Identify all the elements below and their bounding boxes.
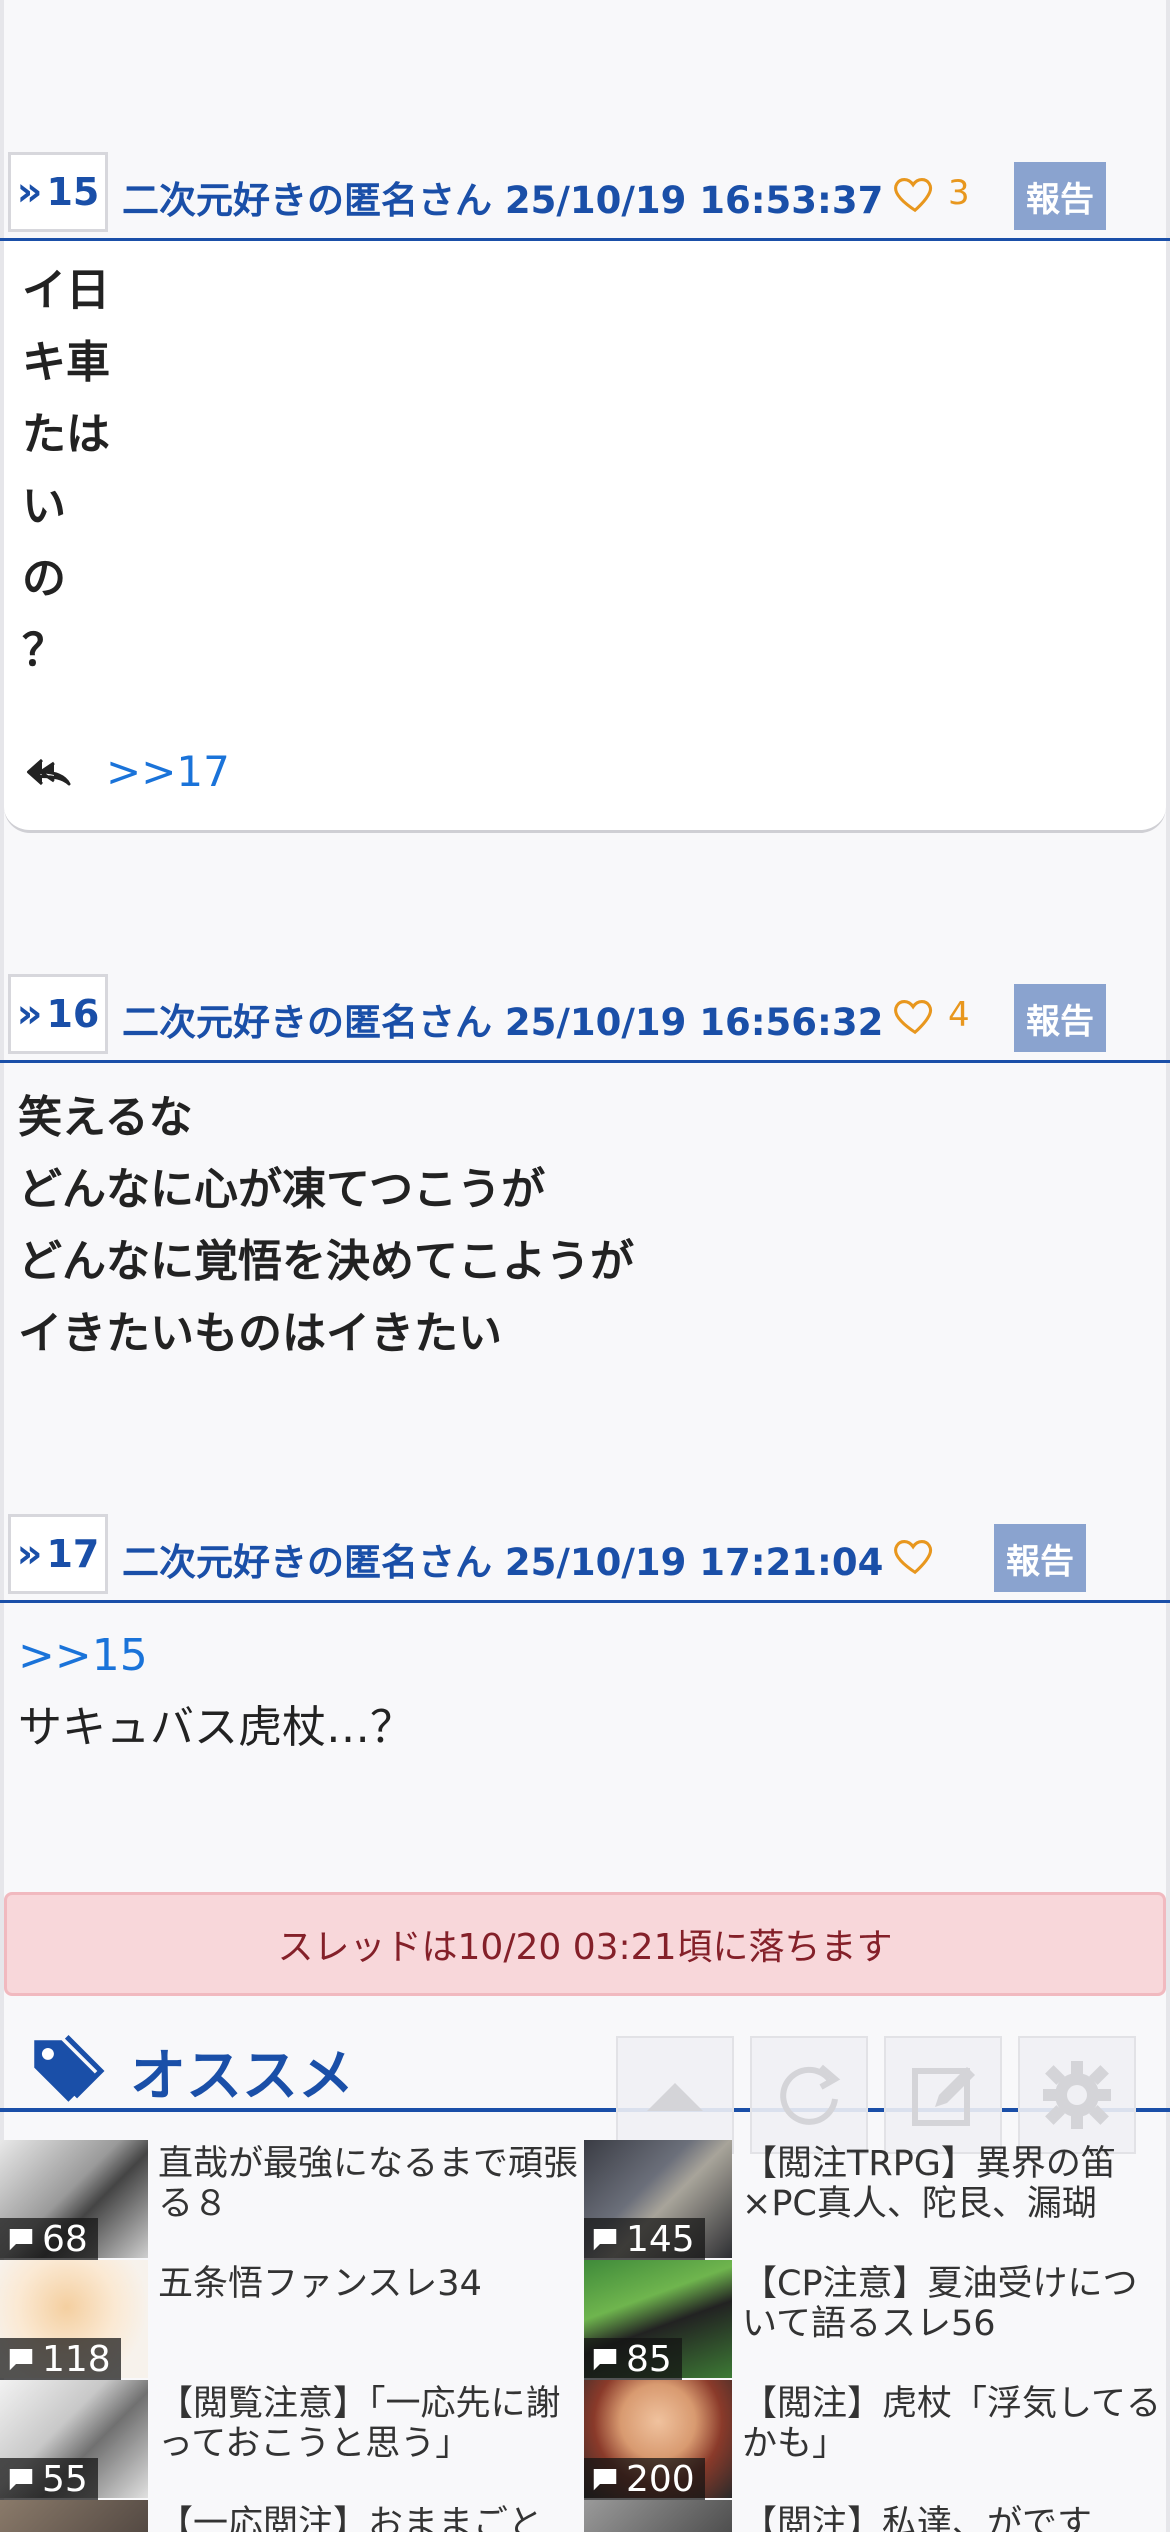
recommend-item[interactable]: 85 【CP注意】夏油受けについて語るスレ56 (584, 2260, 1170, 2380)
edit-icon (912, 2067, 975, 2126)
write-button[interactable] (884, 2036, 1002, 2154)
reply-ref-link[interactable]: >>17 (106, 747, 230, 796)
post-card: イ日 キ車 たは い の ？ >>17 (4, 241, 1166, 833)
post-meta: 二次元好きの匿名さん 25/10/19 16:56:32 (122, 992, 883, 1046)
post-author: 二次元好きの匿名さん (122, 179, 492, 222)
recommend-title: オススメ (130, 2043, 354, 2109)
post-datetime: 25/10/19 16:56:32 (504, 1001, 884, 1044)
like-count: 3 (948, 173, 970, 213)
arrow-up-icon (647, 2083, 703, 2111)
comment-count: 85 (584, 2338, 682, 2380)
thread-thumbnail (0, 2500, 148, 2532)
double-chevron-icon: » (16, 1531, 43, 1577)
thread-title: 【閲覧注意】「一応先に謝っておこうと思う」 (158, 2384, 561, 2464)
comment-icon (9, 2469, 33, 2491)
post-meta: 二次元好きの匿名さん 25/10/19 17:21:04 (122, 1532, 883, 1586)
scroll-top-button[interactable] (616, 2036, 734, 2154)
post-body: >>15 サキュバス虎杖…？ (18, 1620, 414, 1764)
reload-button[interactable] (750, 2036, 868, 2154)
post-divider (0, 1600, 1170, 1603)
comment-icon (593, 2469, 617, 2491)
post-number-button[interactable]: » 16 (8, 974, 108, 1054)
comment-icon (9, 2229, 33, 2251)
post-text: サキュバス虎杖…？ (18, 1702, 414, 1753)
post-body: イ日 キ車 たは い の ？ (22, 265, 110, 676)
like-count: 4 (948, 995, 970, 1035)
comment-count: 200 (584, 2458, 705, 2500)
heart-icon (894, 1000, 933, 1035)
like-button[interactable]: 4 (892, 992, 970, 1038)
comment-count: 145 (584, 2218, 705, 2260)
double-chevron-icon: » (16, 169, 43, 215)
reload-icon (780, 2064, 841, 2125)
recommend-item[interactable]: 【一応閲注】おままごと (0, 2500, 580, 2532)
thread-title: 【一応閲注】おままごと (158, 2504, 544, 2532)
recommend-header: オススメ (24, 2030, 354, 2112)
thread-page: » 15 二次元好きの匿名さん 25/10/19 16:53:37 3 報告 イ日… (0, 0, 1170, 2532)
recommend-item[interactable]: 【閲注】私達、がです (584, 2500, 1170, 2532)
post-author: 二次元好きの匿名さん (122, 1001, 492, 1044)
post-header: » 17 二次元好きの匿名さん 25/10/19 17:21:04 報告 (8, 1510, 1170, 1594)
recommend-item[interactable]: 55 【閲覧注意】「一応先に謝っておこうと思う」 (0, 2380, 580, 2500)
thread-title: 【CP注意】夏油受けについて語るスレ56 (742, 2264, 1138, 2344)
reply-icon[interactable] (24, 754, 72, 790)
tag-icon (34, 2035, 105, 2102)
recommend-item[interactable]: 68 直哉が最強になるまで頑張る８ (0, 2140, 580, 2260)
heart-icon (894, 178, 933, 213)
heart-icon (894, 1540, 933, 1575)
settings-button[interactable] (1018, 2036, 1136, 2154)
post-number-button[interactable]: » 17 (8, 1514, 108, 1594)
recommend-item[interactable]: 118 五条悟ファンスレ34 (0, 2260, 580, 2380)
thread-title: 【閲注TRPG】異界の笛×PC真人、陀艮、漏瑚 (742, 2144, 1116, 2224)
comment-icon (9, 2349, 33, 2371)
comment-count: 55 (0, 2458, 98, 2500)
post-header: » 16 二次元好きの匿名さん 25/10/19 16:56:32 4 報告 (8, 970, 1170, 1054)
post-number-button[interactable]: » 15 (8, 152, 108, 232)
post-header: » 15 二次元好きの匿名さん 25/10/19 16:53:37 3 報告 (8, 148, 1170, 232)
thread-expiry-notice: スレッドは10/20 03:21頃に落ちます (4, 1892, 1166, 1996)
thread-title: 【閲注】私達、がです (742, 2504, 1093, 2532)
report-button[interactable]: 報告 (994, 1524, 1086, 1592)
comment-count: 118 (0, 2338, 121, 2380)
comment-icon (593, 2349, 617, 2371)
report-button[interactable]: 報告 (1014, 162, 1106, 230)
recommend-item[interactable]: 200 【閲注】虎杖「浮気してるかも」 (584, 2380, 1170, 2500)
thread-title: 直哉が最強になるまで頑張る８ (158, 2144, 579, 2224)
comment-icon (593, 2229, 617, 2251)
report-button[interactable]: 報告 (1014, 984, 1106, 1052)
post-body: 笑えるな どんなに心が凍てつこうが どんなに覚悟を決めてこようが イきたいものは… (18, 1092, 634, 1359)
thread-thumbnail (584, 2500, 732, 2532)
recommend-item[interactable]: 145 【閲注TRPG】異界の笛×PC真人、陀艮、漏瑚 (584, 2140, 1170, 2260)
gear-icon (1043, 2061, 1111, 2129)
like-button[interactable]: 3 (892, 170, 970, 216)
post-meta: 二次元好きの匿名さん 25/10/19 16:53:37 (122, 170, 883, 224)
post-divider (0, 1060, 1170, 1063)
post-datetime: 25/10/19 17:21:04 (504, 1541, 884, 1584)
double-chevron-icon: » (16, 991, 43, 1037)
reply-row: >>17 (24, 747, 230, 796)
like-button[interactable] (892, 1532, 948, 1578)
comment-count: 68 (0, 2218, 98, 2260)
quote-link[interactable]: >>15 (18, 1630, 148, 1681)
thread-title: 五条悟ファンスレ34 (158, 2264, 482, 2304)
post-datetime: 25/10/19 16:53:37 (504, 179, 884, 222)
thread-title: 【閲注】虎杖「浮気してるかも」 (742, 2384, 1161, 2464)
post-author: 二次元好きの匿名さん (122, 1541, 492, 1584)
